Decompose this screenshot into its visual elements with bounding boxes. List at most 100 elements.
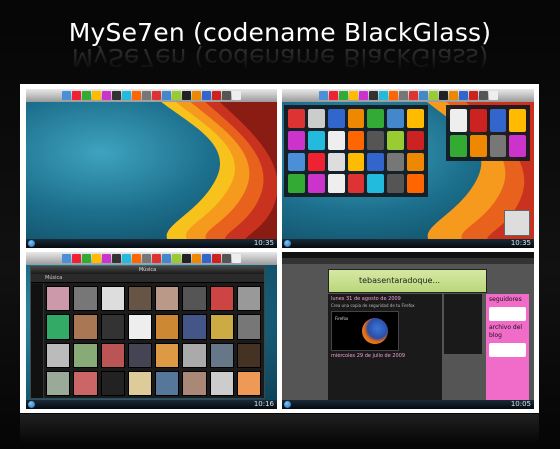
dock-app-icon[interactable]: [132, 91, 141, 100]
album-cover[interactable]: [100, 286, 125, 312]
dock-app-icon[interactable]: [428, 91, 438, 100]
dock-app-icon[interactable]: [448, 91, 458, 100]
dock-app-icon[interactable]: [182, 254, 191, 263]
dock-app-icon[interactable]: [408, 91, 418, 100]
album-cover[interactable]: [236, 314, 261, 340]
album-cover[interactable]: [46, 286, 71, 312]
app-tile-icon[interactable]: [307, 130, 325, 150]
dock-app-icon[interactable]: [162, 91, 171, 100]
dock-app-icon[interactable]: [112, 254, 121, 263]
app-tile-icon[interactable]: [509, 109, 526, 132]
dock-app-icon[interactable]: [82, 91, 91, 100]
dock-app-icon[interactable]: [232, 91, 241, 100]
dock-app-icon[interactable]: [458, 91, 468, 100]
album-cover[interactable]: [100, 342, 125, 368]
dock-app-icon[interactable]: [152, 91, 161, 100]
app-tile-icon[interactable]: [327, 174, 345, 193]
album-cover[interactable]: [73, 286, 98, 312]
dock-app-icon[interactable]: [418, 91, 428, 100]
album-cover[interactable]: [182, 314, 207, 340]
album-cover[interactable]: [100, 370, 125, 396]
dock-app-icon[interactable]: [478, 91, 488, 100]
dock-app-icon[interactable]: [92, 254, 101, 263]
app-tile-icon[interactable]: [387, 130, 405, 150]
app-tile-icon[interactable]: [307, 152, 325, 172]
app-tile-icon[interactable]: [407, 130, 424, 150]
album-cover[interactable]: [73, 370, 98, 396]
album-cover[interactable]: [155, 314, 180, 340]
dock-app-icon[interactable]: [172, 254, 181, 263]
dock-app-icon[interactable]: [192, 254, 201, 263]
app-tile-icon[interactable]: [367, 152, 385, 172]
dock-app-icon[interactable]: [122, 91, 131, 100]
dock-app-icon[interactable]: [358, 91, 368, 100]
dock-app-icon[interactable]: [212, 91, 221, 100]
start-orb-icon[interactable]: [284, 401, 291, 408]
album-cover[interactable]: [73, 342, 98, 368]
album-cover[interactable]: [182, 286, 207, 312]
dock-app-icon[interactable]: [82, 254, 91, 263]
dock-app-icon[interactable]: [72, 91, 81, 100]
album-cover[interactable]: [236, 286, 261, 312]
album-cover[interactable]: [209, 286, 234, 312]
album-cover[interactable]: [155, 342, 180, 368]
album-cover[interactable]: [236, 342, 261, 368]
app-tile-icon[interactable]: [387, 174, 405, 193]
app-tile-icon[interactable]: [450, 134, 467, 157]
dock-app-icon[interactable]: [388, 91, 398, 100]
app-tile-icon[interactable]: [469, 134, 487, 157]
archive-widget[interactable]: [489, 343, 526, 357]
blog-header[interactable]: tebasentaradoque...: [328, 269, 487, 293]
dock-app-icon[interactable]: [438, 91, 448, 100]
dock-app-icon[interactable]: [368, 91, 378, 100]
dock-app-icon[interactable]: [232, 254, 241, 263]
dock-app-icon[interactable]: [318, 91, 328, 100]
dock-app-icon[interactable]: [172, 91, 181, 100]
dock-app-icon[interactable]: [212, 254, 221, 263]
album-cover[interactable]: [127, 314, 152, 340]
app-tile-icon[interactable]: [407, 109, 424, 128]
album-cover[interactable]: [209, 370, 234, 396]
app-tile-icon[interactable]: [407, 152, 424, 172]
dock-app-icon[interactable]: [468, 91, 478, 100]
album-cover[interactable]: [127, 342, 152, 368]
app-tile-icon[interactable]: [347, 152, 365, 172]
dock-app-icon[interactable]: [398, 91, 408, 100]
dock-app-icon[interactable]: [202, 91, 211, 100]
dock-app-icon[interactable]: [328, 91, 338, 100]
album-cover[interactable]: [182, 342, 207, 368]
dock-app-icon[interactable]: [222, 254, 231, 263]
album-cover[interactable]: [46, 342, 71, 368]
dock-app-icon[interactable]: [162, 254, 171, 263]
dock-app-icon[interactable]: [122, 254, 131, 263]
app-tile-icon[interactable]: [450, 109, 467, 132]
album-cover[interactable]: [73, 314, 98, 340]
user-thumbnail[interactable]: [504, 210, 530, 236]
dock-app-icon[interactable]: [488, 91, 498, 100]
dock-app-icon[interactable]: [62, 254, 71, 263]
dock-app-icon[interactable]: [152, 254, 161, 263]
app-tile-icon[interactable]: [347, 109, 365, 128]
app-tile-icon[interactable]: [367, 174, 385, 193]
app-tile-icon[interactable]: [288, 152, 305, 172]
album-cover[interactable]: [46, 370, 71, 396]
dock-app-icon[interactable]: [338, 91, 348, 100]
dock-app-icon[interactable]: [142, 91, 151, 100]
album-cover[interactable]: [100, 314, 125, 340]
app-tile-icon[interactable]: [307, 109, 325, 128]
start-orb-icon[interactable]: [28, 240, 35, 247]
app-tile-icon[interactable]: [387, 152, 405, 172]
album-cover[interactable]: [155, 286, 180, 312]
app-tile-icon[interactable]: [387, 109, 405, 128]
dock-app-icon[interactable]: [192, 91, 201, 100]
followers-widget[interactable]: [489, 307, 526, 321]
album-cover[interactable]: [46, 314, 71, 340]
dock-app-icon[interactable]: [62, 91, 71, 100]
app-tile-icon[interactable]: [327, 152, 345, 172]
album-cover[interactable]: [155, 370, 180, 396]
dock-app-icon[interactable]: [92, 91, 101, 100]
dock-app-icon[interactable]: [182, 91, 191, 100]
post-title-link[interactable]: Crea una copia de seguridad de tu Firefo…: [331, 303, 439, 309]
app-tile-icon[interactable]: [469, 109, 487, 132]
album-cover[interactable]: [209, 342, 234, 368]
